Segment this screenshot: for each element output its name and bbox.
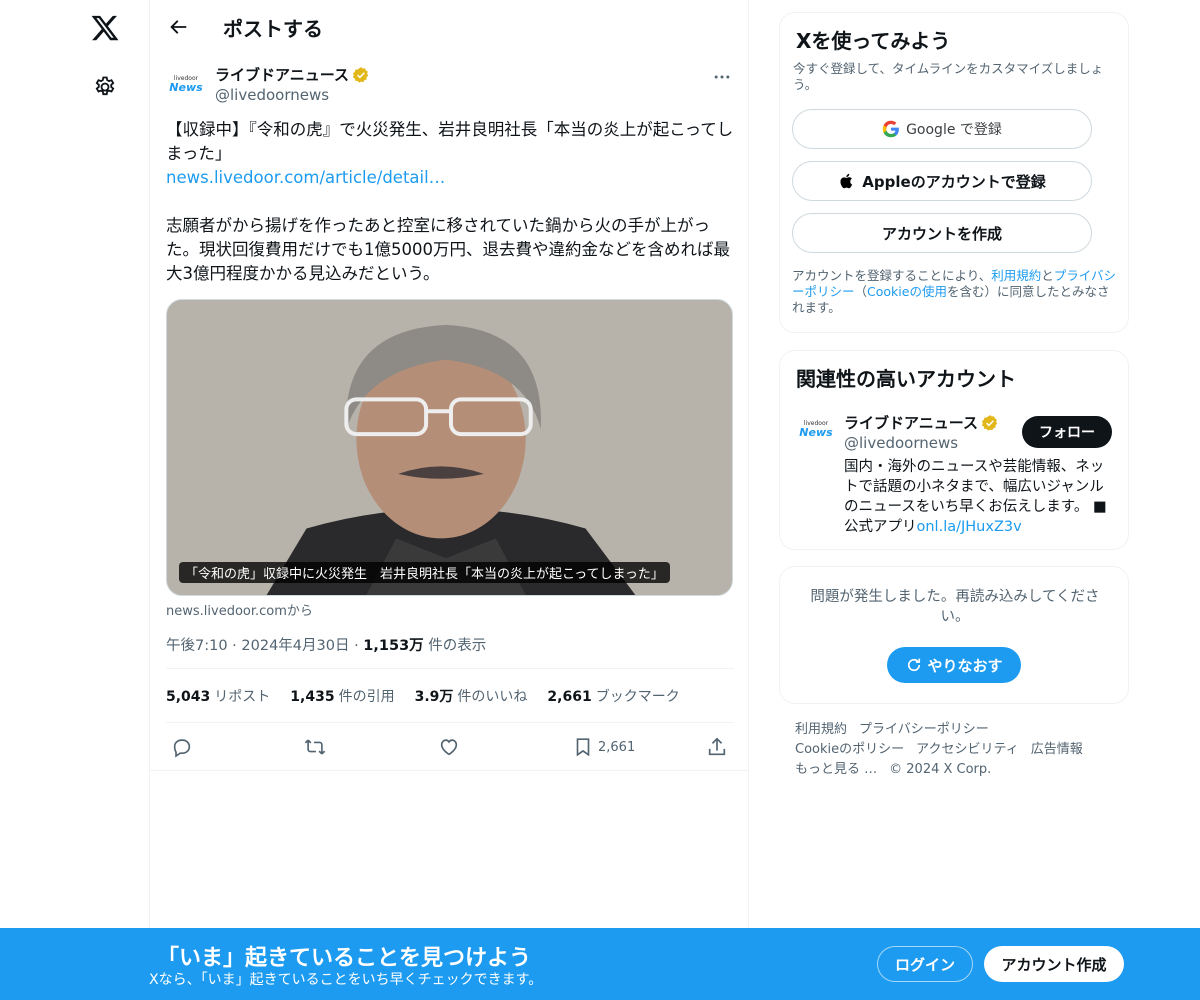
like-heart-icon[interactable] [438, 736, 460, 758]
footer-link-ads[interactable]: 広告情報 [1031, 742, 1083, 757]
avatar-logo-text-bottom: News [169, 80, 203, 94]
retry-button[interactable]: やりなおす [887, 647, 1021, 683]
author-name[interactable]: ライブドアニュース [215, 64, 370, 85]
footer-link-terms[interactable]: 利用規約 [795, 722, 847, 737]
settings-gear-icon[interactable] [93, 75, 117, 99]
avatar-logo-text-bottom: News [799, 425, 833, 439]
left-nav [0, 0, 150, 1000]
post-text: 【収録中】『令和の虎』で火災発生、岩井良明社長「本当の炎上が起こってしまった」 … [166, 118, 734, 286]
post-body: 志願者がから揚げを作ったあと控室に移されていた鍋から火の手が上がった。現状回復費… [166, 216, 730, 283]
related-account-handle[interactable]: @livedoornews [844, 434, 958, 452]
login-prompt-bar: 「いま」起きていることを見つけよう Xなら、「いま」起きていることをいち早くチェ… [0, 928, 1200, 1000]
follow-button[interactable]: フォロー [1022, 416, 1112, 448]
related-account-bio: 国内・海外のニュースや芸能情報、ネットで話題の小ネタまで、幅広いジャンルのニュー… [844, 457, 1114, 537]
footer-link-cookie[interactable]: Cookieのポリシー [795, 742, 904, 757]
verified-badge-icon [981, 414, 998, 431]
stat-number: 3.9万 [414, 689, 454, 705]
divider [150, 770, 748, 771]
stat-quotes[interactable]: 1,435 件の引用 [290, 686, 394, 706]
bookmark-count: 2,661 [598, 740, 636, 755]
terms-text: アカウントを登録することにより、 [792, 268, 992, 283]
post-stats: 5,043 リポスト 1,435 件の引用 3.9万 件のいいね 2,661 ブックマー… [166, 686, 680, 706]
stat-label: 件の引用 [338, 689, 395, 705]
media-source[interactable]: news.livedoor.comから [166, 600, 313, 619]
reply-icon[interactable] [171, 736, 193, 758]
google-icon [882, 120, 899, 138]
signup-button[interactable]: アカウント作成 [984, 946, 1124, 982]
terms-text: （ [854, 284, 868, 299]
bookmark-icon[interactable] [572, 736, 594, 758]
repost-icon[interactable] [304, 736, 326, 758]
error-message: 問題が発生しました。再読み込みしてください。 [810, 589, 1100, 625]
post-photo [167, 300, 732, 595]
divider [166, 722, 734, 723]
footer-copyright: © 2024 X Corp. [889, 762, 992, 777]
stat-label: リポスト [214, 689, 271, 705]
cookie-use-link[interactable]: Cookieの使用 [867, 284, 947, 299]
share-icon[interactable] [706, 736, 728, 758]
terms-text: と [1041, 268, 1054, 283]
avatar[interactable]: livedoor News [166, 64, 206, 104]
create-account-button[interactable]: アカウントを作成 [792, 213, 1092, 253]
related-account-name-text: ライブドアニュース [844, 414, 978, 432]
apple-signup-label: Appleのアカウントで登録 [862, 172, 1046, 191]
google-signup-button[interactable]: Google で登録 [792, 109, 1092, 149]
views-count: 1,153万 [363, 638, 424, 654]
signup-title: Xを使ってみよう [796, 29, 951, 53]
stat-number: 5,043 [166, 689, 211, 705]
post-headline: 【収録中】『令和の虎』で火災発生、岩井良明社長「本当の炎上が起こってしまった」 [166, 120, 734, 163]
x-logo-icon[interactable] [90, 13, 120, 43]
login-button[interactable]: ログイン [877, 946, 973, 982]
avatar[interactable]: livedoor News [796, 409, 836, 449]
stat-likes[interactable]: 3.9万 件のいいね [415, 686, 528, 706]
retry-label: やりなおす [927, 656, 1003, 675]
refresh-icon [908, 658, 921, 672]
back-arrow-icon[interactable] [167, 16, 189, 38]
bottom-bar-title: 「いま」起きていることを見つけよう [157, 946, 532, 971]
page-title: ポストする [223, 17, 323, 41]
author-handle[interactable]: @livedoornews [215, 86, 329, 104]
bottom-bar-subtitle: Xなら、「いま」起きていることをいち早くチェックできます。 [149, 972, 543, 988]
footer-link-more[interactable]: もっと見る … [795, 762, 877, 777]
media-caption: 「令和の虎」収録中に火災発生 岩井良明社長「本当の炎上が起こってしまった」 [179, 562, 670, 583]
bio-link[interactable]: onl.la/JHuxZ3v [917, 519, 1022, 535]
terms-link[interactable]: 利用規約 [991, 268, 1041, 283]
post-timestamp[interactable]: 午後7:10 · 2024年4月30日 · [166, 638, 363, 654]
post-actions: 2,661 [166, 733, 734, 763]
author-name-text: ライブドアニュース [215, 66, 349, 84]
post-meta: 午後7:10 · 2024年4月30日 · 1,153万 件の表示 [166, 634, 486, 655]
views-label: 件の表示 [423, 638, 487, 654]
stat-label: ブックマーク [595, 689, 680, 705]
related-account-name[interactable]: ライブドアニュース [844, 412, 999, 433]
main-column: ポストする livedoor News ライブドアニュース @livedoorn… [149, 0, 749, 1000]
post-author: livedoor News ライブドアニュース @livedoornews [166, 62, 734, 110]
apple-icon [840, 173, 853, 189]
post-article-link[interactable]: news.livedoor.com/article/detail… [166, 168, 445, 187]
stat-reposts[interactable]: 5,043 リポスト [166, 686, 270, 706]
error-card: 問題が発生しました。再読み込みしてください。 やりなおす [779, 566, 1129, 704]
post-media-card[interactable]: 「令和の虎」収録中に火災発生 岩井良明社長「本当の炎上が起こってしまった」 [166, 299, 733, 596]
divider [166, 668, 734, 669]
stat-number: 2,661 [547, 689, 592, 705]
signup-description: 今すぐ登録して、タイムラインをカスタマイズしましょう。 [793, 61, 1104, 92]
related-accounts-card: 関連性の高いアカウント livedoor News ライブドアニュース @liv… [779, 350, 1129, 550]
apple-signup-button[interactable]: Appleのアカウントで登録 [792, 161, 1092, 201]
verified-badge-icon [352, 66, 369, 83]
terms-notice: アカウントを登録することにより、利用規約とプライバシーポリシー（Cookieの使… [792, 268, 1118, 316]
post-header: ポストする [150, 0, 748, 53]
sidebar-footer: 利用規約 プライバシーポリシー Cookieのポリシー アクセシビリティ 広告情報 も… [795, 720, 1115, 780]
stat-number: 1,435 [290, 689, 335, 705]
stat-bookmarks[interactable]: 2,661 ブックマーク [547, 686, 679, 706]
stat-label: 件のいいね [457, 689, 528, 705]
signup-card: Xを使ってみよう 今すぐ登録して、タイムラインをカスタマイズしましょう。 Goo… [779, 12, 1129, 333]
footer-link-accessibility[interactable]: アクセシビリティ [916, 742, 1019, 757]
google-signup-label: Google で登録 [906, 122, 1002, 138]
footer-link-privacy[interactable]: プライバシーポリシー [859, 722, 989, 737]
more-options-icon[interactable] [712, 67, 732, 87]
related-title: 関連性の高いアカウント [796, 367, 1016, 391]
